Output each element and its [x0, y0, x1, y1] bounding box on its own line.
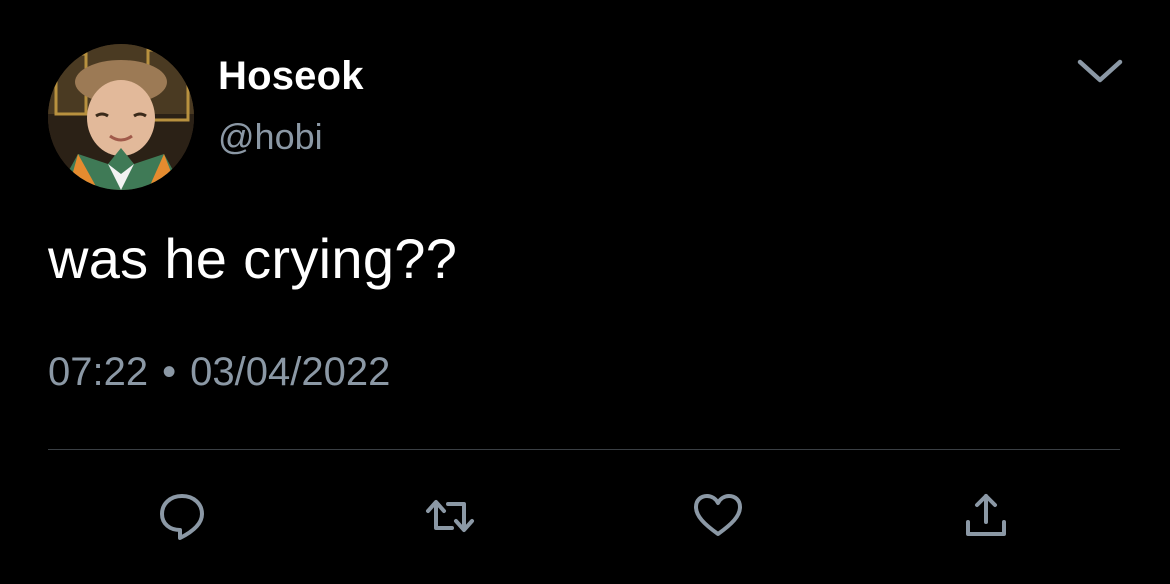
tweet-meta: 07:22 • 03/04/2022 [48, 350, 390, 395]
tweet-time[interactable]: 07:22 [48, 350, 148, 395]
tweet-text: was he crying?? [48, 227, 458, 290]
share-icon [966, 494, 1006, 536]
like-button[interactable] [688, 486, 748, 546]
avatar[interactable] [48, 44, 194, 190]
more-options-button[interactable] [1072, 50, 1128, 92]
avatar-photo [48, 44, 194, 190]
tweet-card: Hoseok @hobi was he crying?? 07:22 • 03/… [0, 0, 1170, 584]
meta-separator: • [162, 350, 177, 394]
retweet-icon [426, 500, 474, 532]
divider [48, 449, 1120, 450]
tweet-date[interactable]: 03/04/2022 [190, 350, 390, 395]
reply-button[interactable] [152, 486, 212, 546]
display-name[interactable]: Hoseok [218, 54, 364, 99]
retweet-button[interactable] [420, 486, 480, 546]
user-handle[interactable]: @hobi [218, 116, 323, 158]
share-button[interactable] [956, 486, 1016, 546]
heart-icon [694, 494, 742, 536]
chevron-down-icon [1077, 59, 1123, 83]
reply-icon [160, 494, 204, 540]
